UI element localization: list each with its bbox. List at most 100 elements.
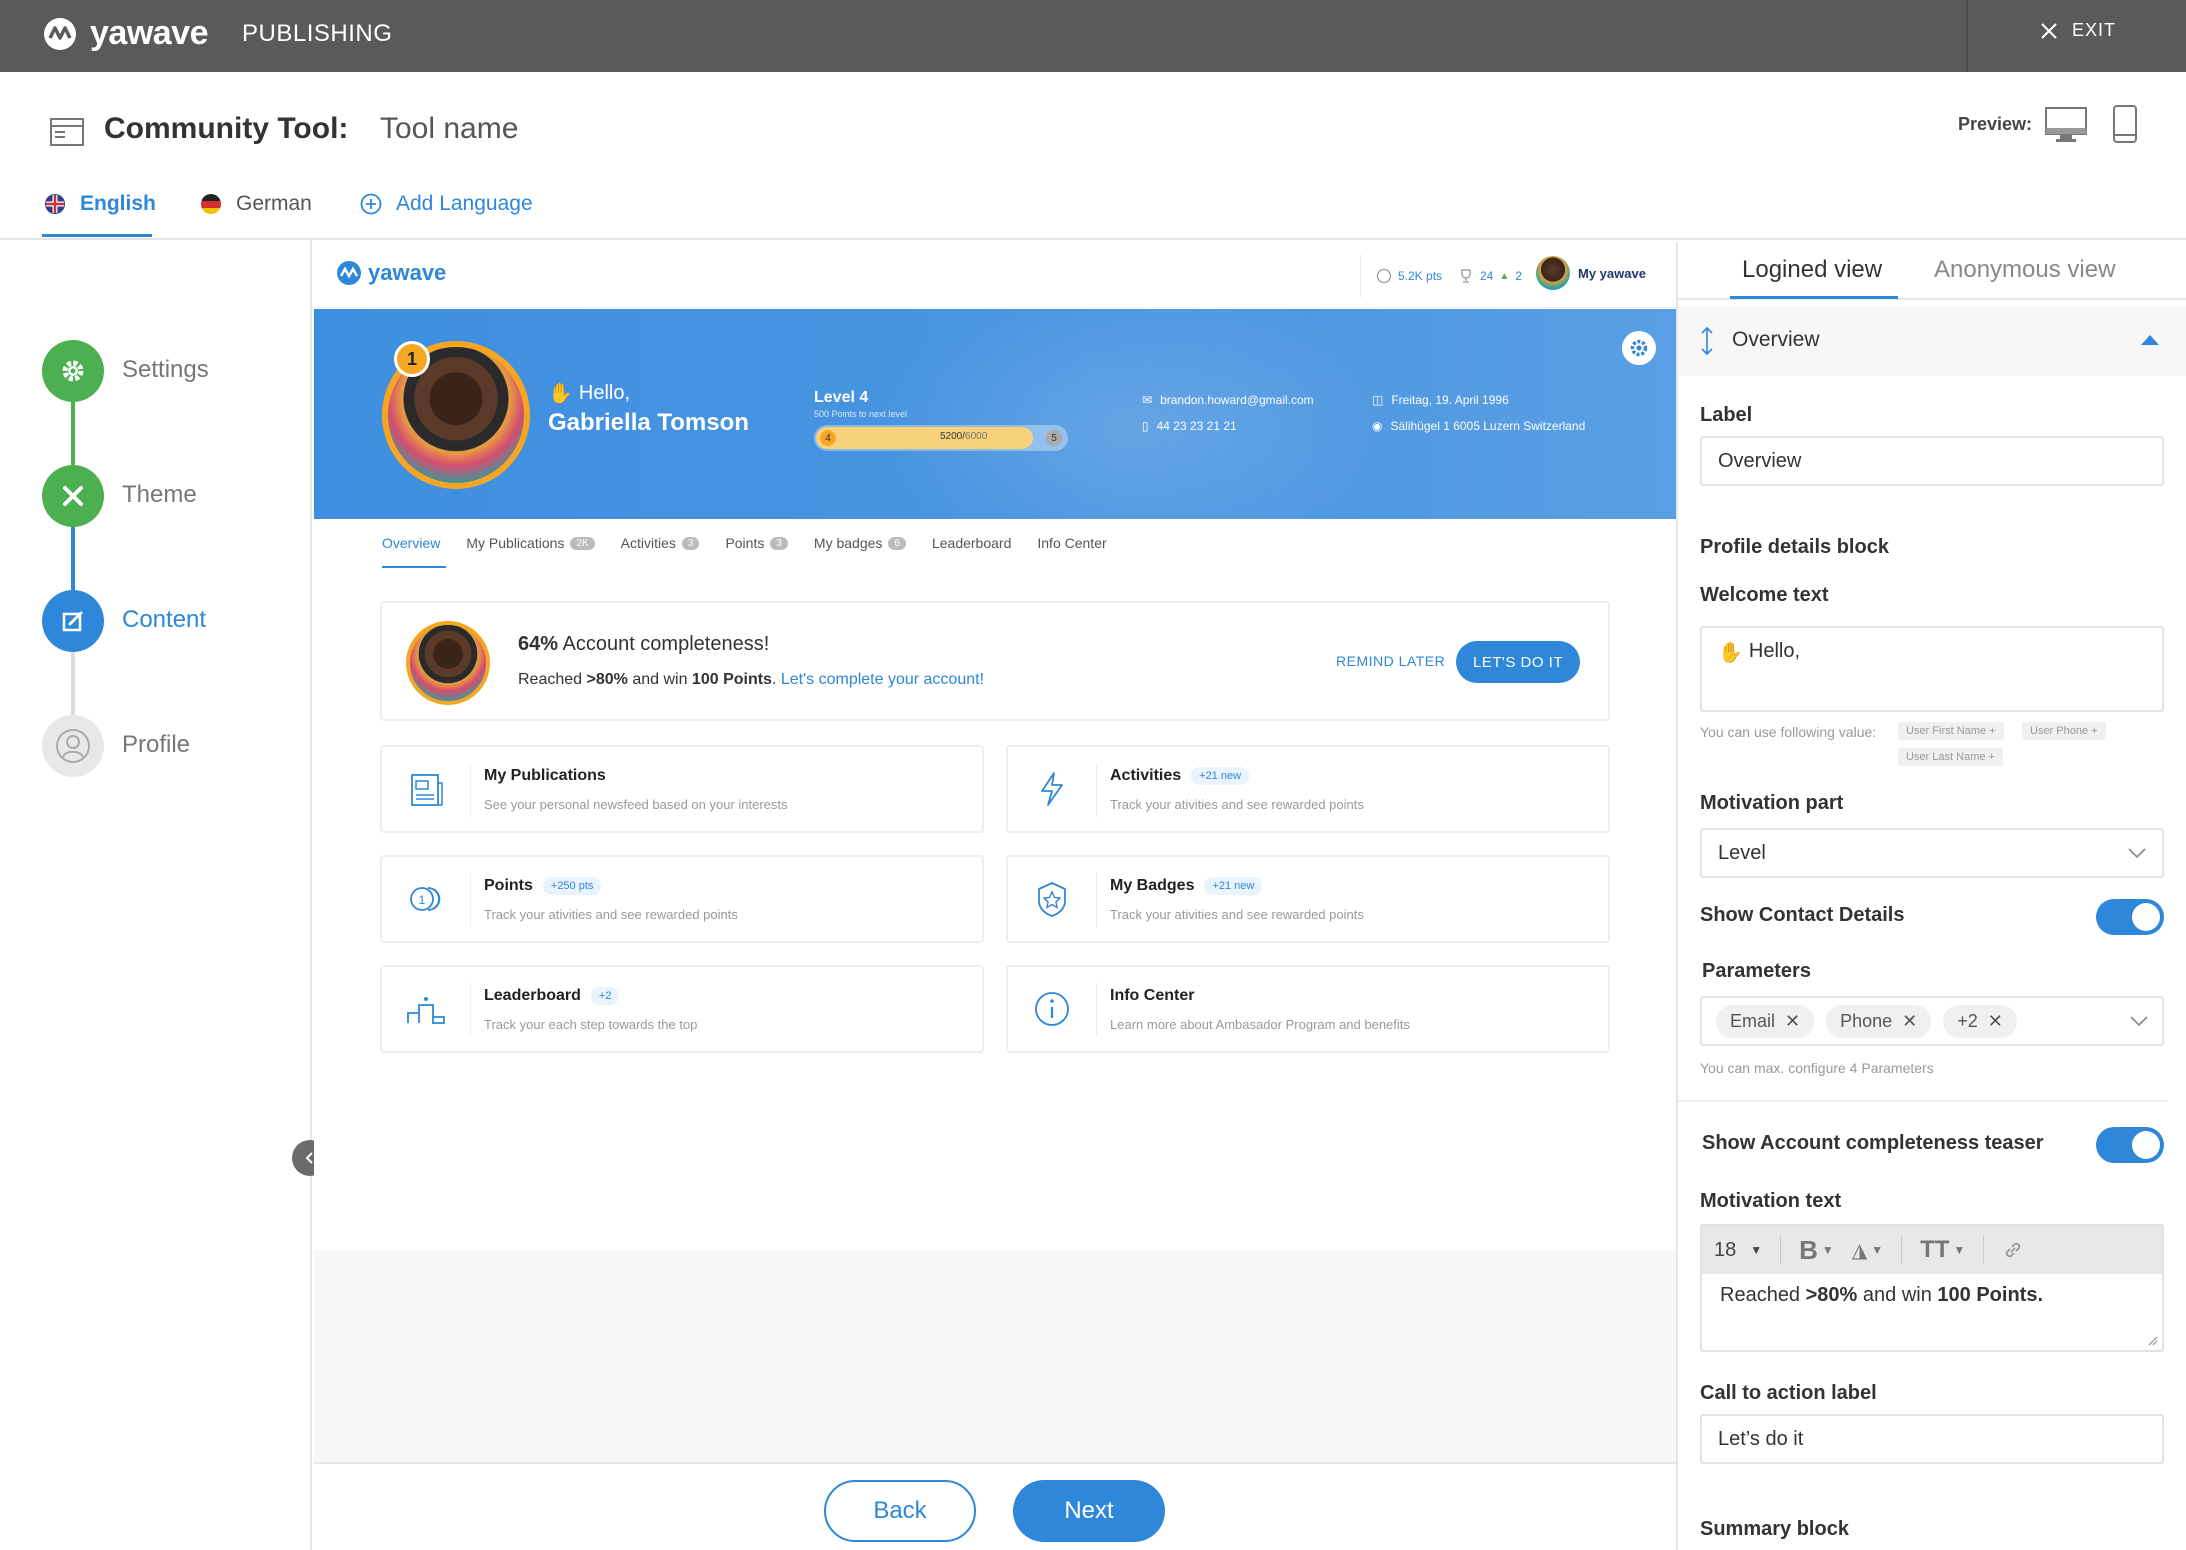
card-pill: +250 pts xyxy=(542,877,602,895)
hello-text: ✋ Hello, xyxy=(548,381,630,406)
card-subtitle: Learn more about Ambasador Program and b… xyxy=(1110,1017,1410,1032)
hint-chip[interactable]: User Phone + xyxy=(2022,722,2106,740)
add-language-button[interactable]: Add Language xyxy=(360,192,533,216)
completeness-title: 64% Account completeness! xyxy=(518,633,769,656)
completeness-percent: 64% xyxy=(518,633,559,655)
welcome-hint: You can use following value: xyxy=(1700,724,1877,740)
location-icon: ◉ xyxy=(1372,419,1383,433)
card-activities[interactable]: Activities +21 new Track your ativities a… xyxy=(1006,745,1610,833)
tab-count: 3 xyxy=(770,536,788,550)
hint-chip[interactable]: User First Name + xyxy=(1898,722,2004,740)
card-subtitle: Track your ativities and see rewarded po… xyxy=(1110,907,1364,922)
remove-icon[interactable]: ✕ xyxy=(1785,1011,1800,1032)
desktop-preview-icon[interactable] xyxy=(2044,106,2088,144)
my-yawave-menu[interactable]: My yawave xyxy=(1536,256,1646,290)
parameter-tag[interactable]: +2 ✕ xyxy=(1943,1004,2017,1038)
parameter-tag[interactable]: Email ✕ xyxy=(1716,1004,1815,1038)
card-my-badges[interactable]: My Badges +21 new Track your ativities an… xyxy=(1006,855,1610,943)
language-tab-german[interactable]: German xyxy=(200,192,312,216)
lets-do-it-button[interactable]: LET'S DO IT xyxy=(1456,641,1580,683)
card-my-publications[interactable]: My Publications See your personal newsfe… xyxy=(380,745,984,833)
gear-icon xyxy=(1630,339,1648,357)
remove-icon[interactable]: ✕ xyxy=(1988,1011,2003,1032)
points-counter[interactable]: 5.2K pts xyxy=(1376,268,1442,284)
tab-my-publications[interactable]: My Publications 2K xyxy=(466,535,595,551)
select-value: Level xyxy=(1718,841,1766,864)
chevron-down-icon xyxy=(2130,1016,2148,1026)
level-from: 4 xyxy=(820,430,836,446)
preview-logo: yawave xyxy=(336,260,446,286)
card-title-text: My Publications xyxy=(484,767,606,784)
motivation-text-content[interactable]: Reached >80% and win 100 Points. xyxy=(1720,1284,2043,1307)
tab-logined-view[interactable]: Logined view xyxy=(1742,256,1882,284)
exit-button[interactable]: EXIT xyxy=(2040,20,2116,41)
remind-later-button[interactable]: REMIND LATER xyxy=(1336,653,1445,669)
step-label-content[interactable]: Content xyxy=(122,606,206,634)
caret-down-icon: ▼ xyxy=(1750,1243,1763,1257)
badge-icon xyxy=(1038,882,1066,917)
back-button[interactable]: Back xyxy=(824,1480,976,1542)
step-settings[interactable] xyxy=(42,340,104,402)
brand: yawave PUBLISHING xyxy=(42,14,392,53)
resize-handle-icon[interactable] xyxy=(2146,1334,2158,1346)
tag-label: Phone xyxy=(1840,1010,1893,1031)
parameters-select[interactable]: Email ✕ Phone ✕ +2 ✕ xyxy=(1700,996,2164,1046)
text-part: 100 Points xyxy=(691,671,772,688)
completeness-title-text: Account completeness! xyxy=(558,633,770,655)
motivation-part-label: Motivation part xyxy=(1700,792,1844,814)
chip-label: User Phone xyxy=(2030,725,2089,737)
bold-button[interactable]: B ▼ xyxy=(1799,1235,1834,1266)
remove-icon[interactable]: ✕ xyxy=(1902,1011,1917,1032)
font-size-select[interactable]: 18 ▼ xyxy=(1714,1239,1762,1262)
tab-info-center[interactable]: Info Center xyxy=(1037,535,1106,551)
tab-activities[interactable]: Activities 3 xyxy=(621,535,700,551)
link-icon[interactable] xyxy=(2002,1239,2024,1261)
card-info-center[interactable]: Info Center Learn more about Ambasador P… xyxy=(1006,965,1610,1053)
text-part: . xyxy=(771,671,781,688)
caret-down-icon: ▼ xyxy=(1871,1243,1884,1257)
tag-label: +2 xyxy=(1957,1010,1978,1031)
account-completeness-card: 64% Account completeness! Reached >80% a… xyxy=(380,601,1610,721)
language-tab-english[interactable]: English xyxy=(44,192,156,216)
complete-account-link[interactable]: Let's complete your account! xyxy=(781,671,984,688)
hint-chip[interactable]: User Last Name + xyxy=(1898,748,2003,766)
step-label-theme[interactable]: Theme xyxy=(122,481,197,509)
step-label-settings[interactable]: Settings xyxy=(122,356,209,384)
text-case-button[interactable]: TT ▼ xyxy=(1920,1236,1965,1264)
motivation-part-select[interactable]: Level xyxy=(1700,828,2164,878)
wave-icon: ✋ xyxy=(548,383,573,405)
card-title: Leaderboard +2 xyxy=(484,987,620,1005)
tab-overview[interactable]: Overview xyxy=(382,535,440,551)
step-label-profile[interactable]: Profile xyxy=(122,731,190,759)
label-input[interactable]: Overview xyxy=(1700,436,2164,486)
divider xyxy=(1096,763,1097,817)
hero-settings-button[interactable] xyxy=(1622,331,1656,365)
tool-name[interactable]: Tool name xyxy=(380,112,518,146)
step-content[interactable] xyxy=(42,590,104,652)
tab-points[interactable]: Points 3 xyxy=(725,535,788,551)
parameter-tag[interactable]: Phone ✕ xyxy=(1826,1004,1932,1038)
show-teaser-toggle[interactable] xyxy=(2096,1127,2164,1163)
tab-my-badges[interactable]: My badges 6 xyxy=(814,535,906,551)
tab-label: Leaderboard xyxy=(931,535,1012,551)
step-profile[interactable] xyxy=(42,715,104,777)
divider xyxy=(470,763,471,817)
trophy-counter[interactable]: 24 ▲ 2 xyxy=(1458,268,1522,284)
cta-label-input[interactable]: Let’s do it xyxy=(1700,1414,2164,1464)
welcome-text-input[interactable]: ✋ Hello, xyxy=(1700,626,2164,712)
card-points[interactable]: 1 Points +250 pts Track your ativities an… xyxy=(380,855,984,943)
fill-color-button[interactable]: ◮ ▼ xyxy=(1852,1238,1883,1263)
show-contact-toggle[interactable] xyxy=(2096,899,2164,935)
info-icon xyxy=(1035,992,1069,1026)
tab-anonymous-view[interactable]: Anonymous view xyxy=(1934,256,2115,284)
coin-icon xyxy=(1376,268,1392,284)
mobile-preview-icon[interactable] xyxy=(2112,104,2138,144)
next-button[interactable]: Next xyxy=(1013,1480,1165,1542)
text-size-icon: TT xyxy=(1920,1236,1950,1263)
plus-circle-icon xyxy=(360,193,382,215)
tab-leaderboard[interactable]: Leaderboard xyxy=(932,535,1011,551)
step-theme[interactable] xyxy=(42,465,104,527)
card-leaderboard[interactable]: Leaderboard +2 Track your each step towar… xyxy=(380,965,984,1053)
overview-section-header[interactable]: Overview xyxy=(1678,306,2186,376)
caret-down-icon: ▼ xyxy=(1821,1243,1834,1257)
